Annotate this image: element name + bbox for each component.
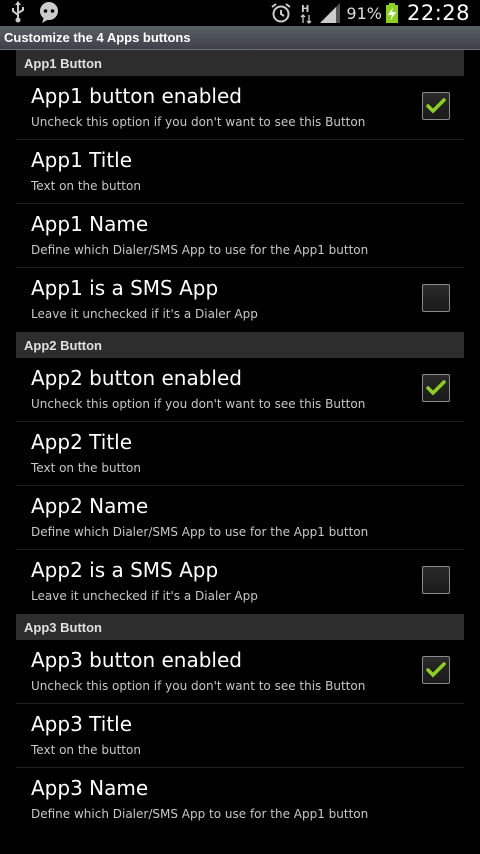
usb-icon: [10, 1, 26, 23]
checkbox[interactable]: [422, 284, 450, 312]
preference-item[interactable]: App2 Title Text on the button: [16, 422, 464, 486]
window-title: Customize the 4 Apps buttons: [4, 30, 191, 45]
checkbox[interactable]: [422, 656, 450, 684]
preference-item[interactable]: App3 button enabled Uncheck this option i…: [16, 640, 464, 704]
preference-title: App3 button enabled: [31, 648, 242, 672]
preference-item[interactable]: App3 Name Define which Dialer/SMS App to …: [16, 768, 464, 832]
preference-item[interactable]: App2 button enabled Uncheck this option i…: [16, 358, 464, 422]
preference-title: App3 Title: [31, 712, 133, 736]
battery-charging-icon: [385, 2, 399, 24]
preference-item[interactable]: App2 Name Define which Dialer/SMS App to …: [16, 486, 464, 550]
preference-summary: Define which Dialer/SMS App to use for t…: [31, 243, 369, 257]
alarm-icon: [270, 2, 292, 24]
signal-icon: [320, 3, 341, 23]
chat-bubble-icon: [38, 1, 60, 23]
preference-list[interactable]: App1 Button App1 button enabled Uncheck th…: [16, 50, 464, 832]
category-header: App3 Button: [16, 614, 464, 640]
category-title: App1 Button: [24, 56, 102, 71]
preference-title: App2 Name: [31, 494, 149, 518]
preference-summary: Text on the button: [31, 461, 141, 475]
preference-title: App1 Title: [31, 148, 133, 172]
preference-summary: Leave it unchecked if it's a Dialer App: [31, 307, 258, 321]
preference-title: App1 Name: [31, 212, 149, 236]
preference-title: App1 button enabled: [31, 84, 242, 108]
checkbox[interactable]: [422, 92, 450, 120]
preference-summary: Uncheck this option if you don't want to…: [31, 397, 366, 411]
preference-summary: Uncheck this option if you don't want to…: [31, 115, 366, 129]
category-header: App2 Button: [16, 332, 464, 358]
preference-title: App2 button enabled: [31, 366, 242, 390]
preference-item[interactable]: App1 button enabled Uncheck this option i…: [16, 76, 464, 140]
status-left-icons: [10, 1, 60, 23]
status-bar: H 91% 22:28: [0, 0, 480, 26]
preference-item[interactable]: App3 Title Text on the button: [16, 704, 464, 768]
preference-title: App3 Name: [31, 776, 149, 800]
preference-item[interactable]: App1 is a SMS App Leave it unchecked if i…: [16, 268, 464, 332]
preference-summary: Define which Dialer/SMS App to use for t…: [31, 807, 369, 821]
clock: 22:28: [406, 1, 470, 25]
title-bar: Customize the 4 Apps buttons: [0, 26, 480, 50]
preference-summary: Define which Dialer/SMS App to use for t…: [31, 525, 369, 539]
svg-text:H: H: [301, 4, 309, 15]
checkbox[interactable]: [422, 566, 450, 594]
category-header: App1 Button: [16, 50, 464, 76]
preference-item[interactable]: App2 is a SMS App Leave it unchecked if i…: [16, 550, 464, 614]
category-title: App2 Button: [24, 338, 102, 353]
preference-summary: Leave it unchecked if it's a Dialer App: [31, 589, 258, 603]
category-title: App3 Button: [24, 620, 102, 635]
preference-item[interactable]: App1 Title Text on the button: [16, 140, 464, 204]
checkmark-icon: [426, 98, 446, 114]
preference-summary: Text on the button: [31, 743, 141, 757]
checkmark-icon: [426, 380, 446, 396]
preference-title: App2 Title: [31, 430, 133, 454]
preference-summary: Text on the button: [31, 179, 141, 193]
preference-title: App2 is a SMS App: [31, 558, 219, 582]
battery-percent: 91%: [346, 3, 382, 23]
network-h-icon: H: [300, 2, 312, 24]
preference-title: App1 is a SMS App: [31, 276, 219, 300]
checkbox[interactable]: [422, 374, 450, 402]
status-right: H 91% 22:28: [270, 0, 470, 26]
preference-summary: Uncheck this option if you don't want to…: [31, 679, 366, 693]
checkmark-icon: [426, 662, 446, 678]
preference-item[interactable]: App1 Name Define which Dialer/SMS App to …: [16, 204, 464, 268]
